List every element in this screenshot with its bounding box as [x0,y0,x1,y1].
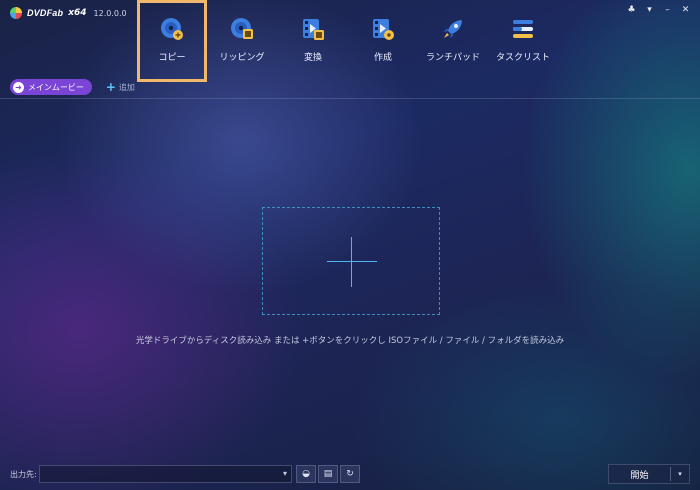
output-path-field[interactable]: ▾ [39,465,292,483]
nav-ripping-label: リッピング [219,53,265,63]
load-hint-text: 光学ドライブからディスク読み込み または +ボタンをクリックし ISOファイル … [135,336,565,346]
film-create-icon [373,19,394,40]
rocket-icon [444,20,462,38]
shirt-icon[interactable]: ♣ [627,5,636,15]
arrow-right-icon: ➜ [13,81,24,93]
app-version: 12.0.0.0 [93,8,127,18]
task-list-icon [513,20,533,38]
refresh-button[interactable]: ↻ [340,465,360,483]
header-divider [0,98,700,99]
nav-tasklist-label: タスクリスト [495,53,550,63]
window-controls: ♣ ▾ – ✕ [627,5,690,15]
refresh-icon: ↻ [346,469,354,479]
film-convert-icon [303,19,324,40]
app-name: DVDFab [27,8,64,18]
source-tabs: ➜ メインムービー + 追加 [10,79,135,95]
iso-output-button[interactable]: ◒ [296,465,316,483]
large-plus-icon [327,261,377,262]
minimize-icon[interactable]: – [663,5,672,15]
output-label: 出力先: [10,470,37,479]
disc-copy-icon [161,18,183,40]
nav-ripping[interactable]: リッピング [207,0,277,82]
folder-icon: ▤ [323,469,333,479]
nav-launchpad-label: ランチパッド [425,53,480,63]
tab-main-movie-label: メインムービー [28,82,84,92]
nav-create-label: 作成 [373,53,392,63]
nav-copy-label: コピー [158,53,186,63]
nav-convert[interactable]: 変換 [278,0,348,82]
app-logo: DVDFab x64 12.0.0.0 [10,6,127,20]
iso-icon: ◒ [302,469,310,479]
chevron-down-icon[interactable]: ▾ [671,470,689,478]
nav-launchpad[interactable]: ランチパッド [418,0,488,82]
large-plus-icon-vertical [351,237,352,287]
nav-create[interactable]: 作成 [348,0,418,82]
start-button[interactable]: 開始 ▾ [608,464,690,484]
add-source-label: 追加 [118,82,135,92]
browse-folder-button[interactable]: ▤ [318,465,338,483]
module-nav: コピー リッピング 変換 作成 ランチパッド タスクリスト [137,0,558,82]
dvdfab-logo-icon [10,7,22,19]
add-source-dropzone[interactable] [262,207,440,315]
nav-copy[interactable]: コピー [137,0,207,82]
pin-icon[interactable]: ▾ [645,5,654,15]
add-source-button[interactable]: + 追加 [105,80,135,94]
disc-rip-icon [231,18,253,39]
chevron-down-icon[interactable]: ▾ [283,469,287,478]
nav-tasklist[interactable]: タスクリスト [488,0,558,82]
bottom-bar: 出力先: ▾ ◒ ▤ ↻ 開始 ▾ [0,462,700,490]
tab-main-movie[interactable]: ➜ メインムービー [10,79,92,95]
app-edition: x64 [68,8,87,18]
plus-icon: + [105,80,116,94]
start-label: 開始 [630,470,649,481]
nav-convert-label: 変換 [303,53,322,63]
close-icon[interactable]: ✕ [681,5,690,15]
